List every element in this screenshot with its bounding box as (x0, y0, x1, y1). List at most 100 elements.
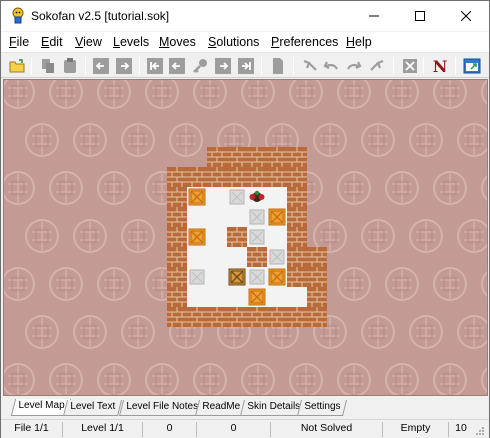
tab-level-map[interactable]: Level Map (10, 399, 72, 416)
background-emblem (114, 212, 162, 260)
floor-tile[interactable] (287, 287, 307, 307)
background-emblem (426, 164, 474, 212)
menu-view[interactable]: View (75, 35, 102, 49)
wall-tile (287, 187, 307, 207)
window-icon[interactable] (463, 57, 481, 75)
goal-square[interactable] (267, 247, 287, 267)
minimize-button[interactable] (351, 1, 397, 31)
floor-tile[interactable] (207, 247, 227, 267)
toolbar-separator (393, 57, 394, 75)
status-level: Level 1/1 (63, 422, 143, 437)
background-emblem (474, 164, 487, 212)
svg-text:N: N (433, 57, 448, 75)
menu-solutions[interactable]: Solutions (208, 35, 259, 49)
floor-tile[interactable] (267, 287, 287, 307)
goal-square[interactable] (247, 267, 267, 287)
tab-settings[interactable]: Settings (297, 400, 348, 416)
undo-icon[interactable] (322, 57, 340, 75)
background-emblem (42, 260, 90, 308)
floor-tile[interactable] (267, 227, 287, 247)
background-emblem (90, 80, 138, 116)
floor-tile[interactable] (227, 207, 247, 227)
menu-levels[interactable]: Levels (113, 35, 149, 49)
open-icon[interactable] (8, 57, 26, 75)
paste-icon[interactable] (61, 57, 79, 75)
key-icon[interactable] (191, 57, 209, 75)
menu-preferences[interactable]: Preferences (271, 35, 338, 49)
background-emblem (354, 116, 402, 164)
sokoban-board[interactable] (167, 147, 327, 327)
background-emblem (282, 356, 330, 395)
floor-tile[interactable] (207, 267, 227, 287)
background-emblem (186, 356, 234, 395)
window-title: Sokofan v2.5 [tutorial.sok] (31, 9, 170, 23)
undo-all-icon[interactable] (301, 57, 319, 75)
floor-tile[interactable] (207, 187, 227, 207)
floor-tile[interactable] (227, 247, 247, 267)
last-level-icon[interactable] (237, 57, 255, 75)
minimize-icon (369, 15, 379, 17)
delete-icon[interactable] (401, 57, 419, 75)
crate[interactable] (247, 287, 267, 307)
background-emblem (42, 356, 90, 395)
wall-tile (167, 187, 187, 207)
maximize-button[interactable] (397, 1, 443, 31)
menu-edit[interactable]: Edit (41, 35, 63, 49)
wall-tile (247, 247, 267, 267)
floor-tile[interactable] (207, 227, 227, 247)
background-emblem (402, 116, 450, 164)
background-emblem (4, 80, 42, 116)
menu-file[interactable]: File (9, 35, 29, 49)
goal-square[interactable] (247, 207, 267, 227)
redo-icon[interactable] (345, 57, 363, 75)
background-emblem (378, 164, 426, 212)
crate[interactable] (267, 207, 287, 227)
background-emblem (426, 80, 474, 116)
resize-grip-icon[interactable] (475, 426, 485, 436)
wall-tile (267, 307, 287, 327)
status-empty: Empty (383, 422, 449, 437)
floor-tile[interactable] (267, 187, 287, 207)
tab-level-file-notes[interactable]: Level File Notes (119, 400, 205, 416)
floor-tile[interactable] (187, 247, 207, 267)
goal-square[interactable] (247, 227, 267, 247)
background-emblem (114, 116, 162, 164)
floor-tile[interactable] (187, 287, 207, 307)
wall-tile (247, 167, 267, 187)
crate[interactable] (187, 227, 207, 247)
redo-all-icon[interactable] (368, 57, 386, 75)
crate[interactable] (267, 267, 287, 287)
crate-on-goal[interactable] (227, 267, 247, 287)
tab-level-text[interactable]: Level Text (63, 400, 122, 416)
copy-icon[interactable] (39, 57, 57, 75)
goal-square[interactable] (227, 187, 247, 207)
background-emblem (330, 80, 378, 116)
back-icon[interactable] (168, 57, 186, 75)
level-map-view[interactable] (3, 79, 488, 396)
close-button[interactable] (443, 1, 489, 31)
player[interactable] (247, 187, 267, 207)
forward-icon[interactable] (214, 57, 232, 75)
menu-moves[interactable]: Moves (159, 35, 196, 49)
background-emblem (282, 80, 330, 116)
floor-tile[interactable] (207, 207, 227, 227)
n-logo-icon[interactable]: N (431, 57, 449, 76)
next-level-icon[interactable] (115, 57, 133, 75)
document-icon[interactable] (269, 57, 287, 75)
floor-tile[interactable] (207, 287, 227, 307)
floor-tile[interactable] (187, 207, 207, 227)
wall-tile (167, 267, 187, 287)
menu-bar: File Edit View Levels Moves Solutions Preferen… (1, 32, 489, 52)
wall-tile (287, 167, 307, 187)
first-level-icon[interactable] (146, 57, 164, 75)
menu-help[interactable]: Help (346, 35, 372, 49)
wall-tile (287, 147, 307, 167)
previous-level-icon[interactable] (92, 57, 110, 75)
goal-square[interactable] (187, 267, 207, 287)
wall-tile (307, 287, 327, 307)
view-tabs: Level Map Level Text Level File Notes ReadM… (1, 397, 489, 417)
crate[interactable] (187, 187, 207, 207)
tab-readme[interactable]: ReadMe (195, 400, 247, 416)
wall-tile (247, 147, 267, 167)
floor-tile[interactable] (227, 287, 247, 307)
